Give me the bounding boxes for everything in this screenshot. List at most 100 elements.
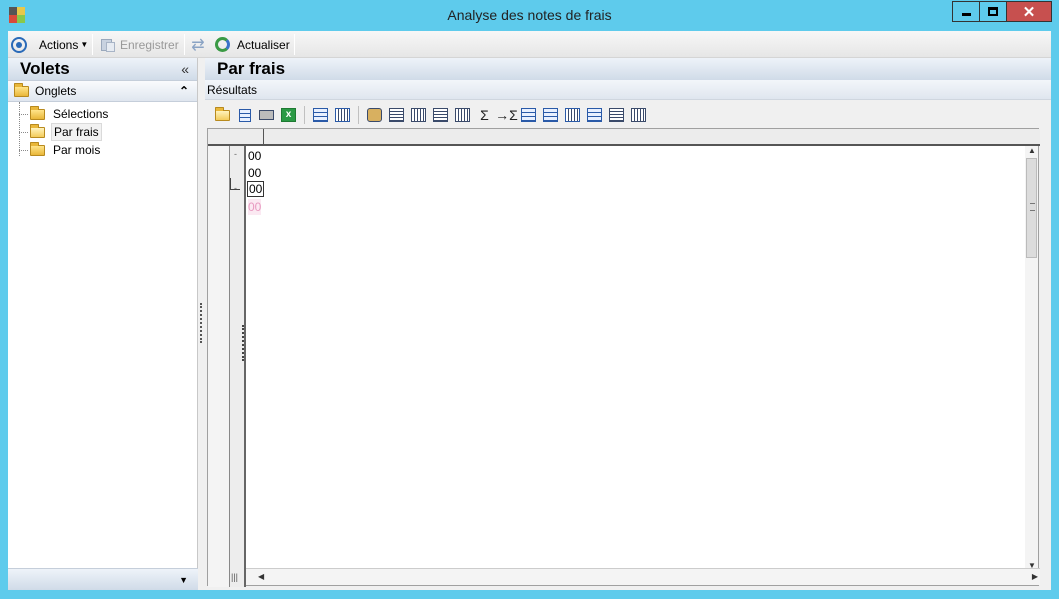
right-pane: Par frais Résultats Σ →Σ bbox=[205, 58, 1051, 590]
table-rows-icon bbox=[543, 108, 558, 122]
printer-icon bbox=[259, 110, 274, 120]
results-grid[interactable]: - 00 00 - 00 00 ▲ ▼ ||| ◀ ▶ bbox=[207, 128, 1040, 587]
grid-icon bbox=[389, 108, 404, 122]
dropdown-arrow-icon: ▼ bbox=[80, 40, 89, 49]
actions-menu-button[interactable]: Actions ▼ bbox=[39, 31, 88, 58]
save-label: Enregistrer bbox=[120, 37, 179, 52]
section-header-onglets[interactable]: Onglets ⌃ bbox=[8, 80, 197, 102]
scroll-right-icon[interactable]: ▶ bbox=[1032, 572, 1038, 581]
disk-icon bbox=[238, 108, 251, 122]
scroll-up-icon[interactable]: ▲ bbox=[1028, 146, 1036, 155]
grid-row-selector bbox=[208, 129, 230, 587]
layout-rows-button[interactable] bbox=[311, 106, 330, 125]
expander-icon[interactable]: - bbox=[234, 149, 237, 159]
print-button[interactable] bbox=[257, 106, 276, 125]
grid-column-header[interactable] bbox=[246, 129, 264, 146]
close-icon: ✕ bbox=[1022, 3, 1036, 21]
minimize-button[interactable] bbox=[952, 1, 980, 22]
grid-button-7[interactable] bbox=[563, 106, 582, 125]
grid-row-focused[interactable]: 00 bbox=[247, 181, 265, 197]
db-button[interactable] bbox=[365, 106, 384, 125]
table-icon bbox=[521, 108, 536, 122]
sigma-icon: Σ bbox=[480, 107, 489, 123]
grid-button-6[interactable] bbox=[541, 106, 560, 125]
close-button[interactable]: ✕ bbox=[1007, 1, 1052, 22]
save-button[interactable]: Enregistrer bbox=[100, 31, 179, 58]
horizontal-scrollbar[interactable]: ◀ ▶ bbox=[246, 568, 1040, 585]
grid-row-highlight[interactable]: 00 bbox=[248, 199, 262, 215]
grid-button-1[interactable] bbox=[387, 106, 406, 125]
grid-button-8[interactable] bbox=[585, 106, 604, 125]
scroll-left-icon[interactable]: ◀ bbox=[258, 572, 264, 581]
column-resize-icon[interactable]: ||| bbox=[231, 572, 238, 582]
vertical-scrollbar[interactable]: ▲ ▼ bbox=[1025, 146, 1038, 570]
sum-button[interactable]: Σ bbox=[475, 106, 494, 125]
collapse-pane-icon[interactable]: « bbox=[181, 61, 189, 77]
chevron-down-icon[interactable]: ▼ bbox=[179, 575, 188, 585]
actions-icon-wrap[interactable] bbox=[11, 31, 27, 58]
open-folder-button[interactable] bbox=[213, 106, 232, 125]
left-pane: Volets « Onglets ⌃ Sélections Par frais bbox=[8, 58, 198, 590]
open-icon bbox=[215, 106, 230, 121]
pane-splitter[interactable] bbox=[200, 303, 202, 343]
results-label: Résultats bbox=[207, 82, 258, 97]
excel-export-button[interactable] bbox=[279, 106, 298, 125]
minimize-icon bbox=[961, 13, 971, 16]
client-area: Actions ▼ Enregistrer ⇄ Actualiser Volet… bbox=[8, 31, 1051, 590]
left-pane-title: Volets bbox=[20, 59, 70, 78]
tree-item-label: Par frais bbox=[51, 123, 102, 141]
section-title: Onglets bbox=[35, 84, 77, 98]
grid-toolbar: Σ →Σ bbox=[205, 102, 1051, 128]
collapse-section-icon[interactable]: ⌃ bbox=[179, 84, 189, 98]
grid-columns-icon bbox=[411, 108, 426, 122]
left-pane-header: Volets « bbox=[8, 58, 197, 80]
table-add-icon bbox=[587, 108, 602, 122]
grid-button-2[interactable] bbox=[409, 106, 428, 125]
grid-row[interactable]: 00 bbox=[248, 148, 261, 164]
page-title: Par frais bbox=[217, 59, 286, 78]
sync-button[interactable]: ⇄ bbox=[189, 31, 207, 58]
grid-button-5[interactable] bbox=[519, 106, 538, 125]
toolbar-separator bbox=[92, 34, 93, 55]
tree-item-par-mois[interactable]: Par mois bbox=[8, 141, 197, 159]
grid-button-4[interactable] bbox=[453, 106, 472, 125]
table-insert-icon bbox=[609, 108, 624, 122]
save-layout-button[interactable] bbox=[235, 106, 254, 125]
grid-row[interactable]: 00 bbox=[248, 165, 261, 181]
tabs-tree: Sélections Par frais Par mois bbox=[8, 102, 197, 159]
tree-item-label: Par mois bbox=[53, 143, 101, 157]
column-splitter[interactable] bbox=[242, 325, 244, 361]
sync-icon: ⇄ bbox=[191, 36, 205, 54]
grid-button-3[interactable] bbox=[431, 106, 450, 125]
open-folder-icon bbox=[30, 123, 45, 138]
actions-label: Actions bbox=[39, 37, 79, 52]
target-icon bbox=[11, 36, 27, 53]
maximize-button[interactable] bbox=[980, 1, 1007, 22]
main-toolbar: Actions ▼ Enregistrer ⇄ Actualiser bbox=[8, 31, 1051, 58]
rows-icon bbox=[313, 108, 328, 122]
grid-button-9[interactable] bbox=[607, 106, 626, 125]
right-pane-header: Par frais bbox=[205, 58, 1051, 80]
layout-cols-button[interactable] bbox=[333, 106, 352, 125]
grid-filter-icon bbox=[455, 108, 470, 122]
columns-icon bbox=[335, 108, 350, 122]
refresh-button[interactable]: Actualiser bbox=[215, 31, 290, 58]
left-pane-footer[interactable]: ▼ bbox=[8, 568, 198, 590]
toolbar-separator bbox=[304, 106, 305, 124]
refresh-icon bbox=[215, 37, 230, 52]
insert-sum-button[interactable]: →Σ bbox=[495, 106, 518, 125]
vertical-scroll-thumb[interactable] bbox=[1026, 158, 1037, 258]
tree-item-selections[interactable]: Sélections bbox=[8, 105, 197, 123]
maximize-icon bbox=[988, 7, 998, 16]
arrow-sigma-icon: →Σ bbox=[495, 107, 518, 123]
refresh-label: Actualiser bbox=[237, 37, 290, 52]
table-split-icon bbox=[565, 108, 580, 122]
grid-button-10[interactable] bbox=[629, 106, 648, 125]
database-icon bbox=[367, 108, 382, 122]
excel-icon bbox=[281, 108, 296, 122]
results-header: Résultats bbox=[205, 80, 1051, 100]
window-title: Analyse des notes de frais bbox=[447, 7, 612, 23]
grid-header bbox=[208, 129, 1040, 146]
tree-item-par-frais[interactable]: Par frais bbox=[8, 123, 197, 141]
expander-icon[interactable]: - bbox=[234, 183, 237, 193]
